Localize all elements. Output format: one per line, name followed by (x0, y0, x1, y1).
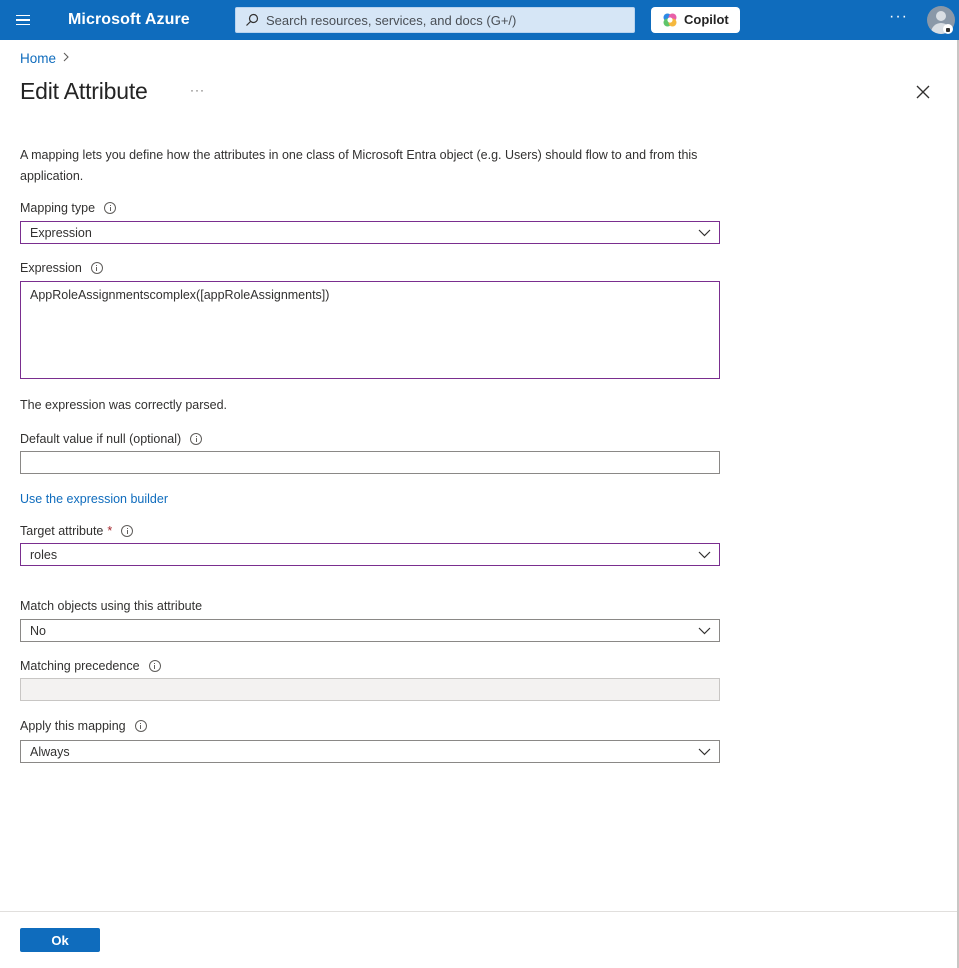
expression-builder-link[interactable]: Use the expression builder (20, 492, 168, 506)
chevron-down-icon (698, 627, 711, 635)
expression-label-text: Expression (20, 261, 82, 275)
target-attribute-label-text: Target attribute (20, 524, 104, 538)
default-value-label-text: Default value if null (optional) (20, 432, 182, 446)
mapping-type-value: Expression (30, 226, 92, 240)
chevron-down-icon (698, 229, 711, 237)
page-title: Edit Attribute (20, 78, 148, 104)
match-objects-select[interactable]: No (20, 619, 720, 642)
title-more-icon[interactable]: ··· (190, 83, 205, 97)
top-bar: Microsoft Azure Search resources, servic… (0, 0, 959, 40)
footer-divider (0, 911, 959, 912)
brand-title[interactable]: Microsoft Azure (68, 11, 190, 29)
target-attribute-value: roles (30, 548, 58, 562)
matching-precedence-input (20, 678, 720, 701)
info-icon[interactable] (104, 202, 117, 214)
copilot-button[interactable]: Copilot (651, 7, 740, 33)
default-value-input[interactable] (20, 451, 720, 474)
search-placeholder: Search resources, services, and docs (G+… (266, 13, 517, 28)
matching-precedence-label-text: Matching precedence (20, 659, 140, 673)
match-objects-value: No (30, 624, 46, 638)
mapping-description: A mapping lets you define how the attrib… (20, 148, 698, 183)
search-input[interactable]: Search resources, services, and docs (G+… (235, 7, 635, 33)
expression-textarea[interactable]: AppRoleAssignmentscomplex([appRoleAssign… (20, 281, 720, 379)
target-attribute-label: Target attribute * (20, 524, 134, 538)
expression-value: AppRoleAssignmentscomplex([appRoleAssign… (30, 288, 330, 302)
breadcrumb: Home (20, 51, 70, 66)
info-icon[interactable] (190, 433, 203, 445)
apply-mapping-value: Always (30, 745, 70, 759)
info-icon[interactable] (121, 525, 134, 537)
menu-icon[interactable] (12, 10, 34, 30)
lock-icon (943, 24, 953, 34)
chevron-down-icon (698, 748, 711, 756)
matching-precedence-label: Matching precedence (20, 659, 161, 673)
info-icon[interactable] (148, 660, 161, 672)
default-value-label: Default value if null (optional) (20, 432, 203, 446)
info-icon[interactable] (134, 720, 147, 732)
apply-mapping-label: Apply this mapping (20, 719, 147, 733)
more-options-icon[interactable]: ··· (889, 8, 908, 26)
search-icon (246, 13, 259, 26)
expression-label: Expression (20, 261, 103, 275)
apply-mapping-label-text: Apply this mapping (20, 719, 126, 733)
apply-mapping-select[interactable]: Always (20, 740, 720, 763)
ok-button[interactable]: Ok (20, 928, 100, 952)
info-icon[interactable] (90, 262, 103, 274)
mapping-type-label-text: Mapping type (20, 201, 96, 215)
mapping-type-select[interactable]: Expression (20, 221, 720, 244)
parse-status: The expression was correctly parsed. (20, 398, 228, 412)
chevron-right-icon (62, 52, 70, 65)
required-marker: * (107, 524, 113, 538)
match-objects-label: Match objects using this attribute (20, 599, 202, 613)
breadcrumb-home[interactable]: Home (20, 51, 56, 66)
close-icon[interactable] (914, 83, 932, 101)
chevron-down-icon (698, 551, 711, 559)
mapping-type-label: Mapping type (20, 201, 117, 215)
target-attribute-select[interactable]: roles (20, 543, 720, 566)
match-objects-label-text: Match objects using this attribute (20, 599, 203, 613)
copilot-icon (663, 13, 677, 27)
copilot-label: Copilot (684, 12, 729, 27)
